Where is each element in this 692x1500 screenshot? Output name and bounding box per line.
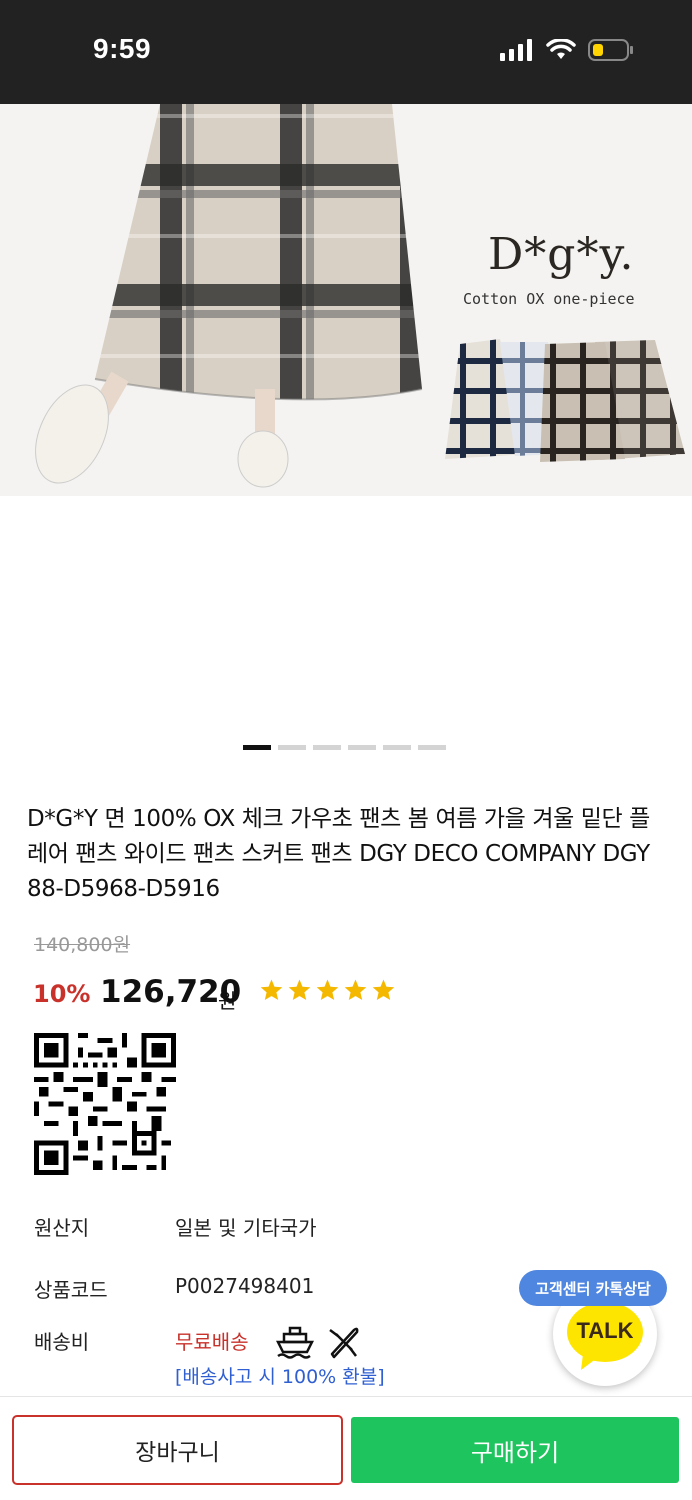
star-icon bbox=[344, 979, 367, 1000]
star-icon bbox=[260, 979, 283, 1000]
rating-stars[interactable] bbox=[259, 978, 396, 1002]
status-time: 9:59 bbox=[93, 33, 152, 64]
brand-logo: D*g*y. bbox=[488, 229, 635, 280]
customer-service-badge[interactable]: 고객센터 카톡상담 bbox=[519, 1270, 667, 1306]
product-title: D*G*Y 면 100% OX 체크 가우초 팬츠 봄 여름 가을 겨울 밑단 … bbox=[27, 806, 650, 902]
origin-label: 원산지 bbox=[34, 1216, 90, 1240]
origin-value: 일본 및 기타국가 bbox=[175, 1216, 317, 1240]
airplane-icon bbox=[329, 1327, 359, 1359]
product-code-label: 상품코드 bbox=[34, 1278, 108, 1302]
carousel-dot-active[interactable] bbox=[243, 745, 271, 750]
carousel-dot[interactable] bbox=[313, 745, 341, 750]
star-icon bbox=[288, 979, 311, 1000]
carousel-dot[interactable] bbox=[418, 745, 446, 750]
status-icons bbox=[500, 38, 634, 62]
buy-now-button[interactable]: 구매하기 bbox=[351, 1417, 679, 1483]
brand-subtitle: Cotton OX one-piece bbox=[463, 290, 635, 308]
carousel-dot[interactable] bbox=[348, 745, 376, 750]
product-image-carousel[interactable]: D*g*y. Cotton OX one-piece bbox=[0, 104, 692, 496]
shipping-label: 배송비 bbox=[34, 1330, 90, 1354]
product-code-value: P0027498401 bbox=[175, 1274, 315, 1298]
status-bar: 9:59 bbox=[0, 0, 692, 104]
carousel-dot[interactable] bbox=[278, 745, 306, 750]
kakao-talk-label: TALK bbox=[576, 1318, 634, 1343]
signal-icon bbox=[500, 39, 532, 61]
image-padding bbox=[0, 496, 692, 736]
add-to-cart-button[interactable]: 장바구니 bbox=[12, 1415, 343, 1485]
price-unit: 원 bbox=[218, 989, 237, 1013]
carousel-dot[interactable] bbox=[383, 745, 411, 750]
refund-notice-link[interactable]: [배송사고 시 100% 환불] bbox=[175, 1362, 385, 1389]
carousel-indicator bbox=[243, 745, 446, 750]
star-icon bbox=[316, 979, 339, 1000]
ship-icon bbox=[276, 1326, 314, 1359]
original-price: 140,800원 bbox=[34, 934, 131, 956]
wifi-icon bbox=[546, 39, 576, 59]
bottom-action-bar: 장바구니 구매하기 bbox=[0, 1396, 692, 1500]
battery-icon bbox=[588, 39, 633, 61]
discount-rate: 10% bbox=[33, 980, 91, 1008]
qr-code bbox=[34, 1033, 176, 1175]
shipping-value: 무료배송 bbox=[175, 1330, 249, 1354]
star-icon bbox=[372, 979, 395, 1000]
